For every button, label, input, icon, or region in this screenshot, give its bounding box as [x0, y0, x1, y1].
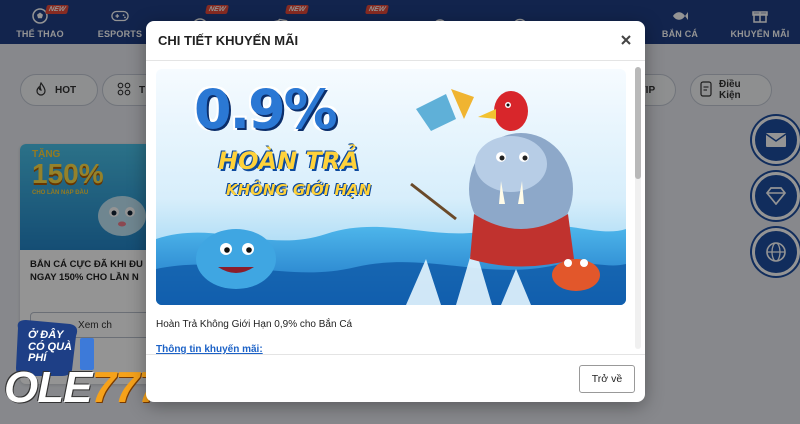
gift-badge-text: Ở ĐÂY CÓ QUÀ PHÍ	[28, 329, 72, 365]
close-icon[interactable]	[617, 31, 635, 49]
gift-badge-line: Ở ĐÂY	[28, 329, 64, 341]
promotion-info-link[interactable]: Thông tin khuyến mãi:	[156, 344, 263, 354]
banner-line1: HOÀN TRẢ	[218, 147, 359, 175]
scrollbar-thumb[interactable]	[635, 67, 641, 179]
promotion-banner: 0.9% HOÀN TRẢ KHÔNG GIỚI HẠN	[156, 69, 626, 305]
modal-body[interactable]: 0.9% HOÀN TRẢ KHÔNG GIỚI HẠN Hoàn Trả Kh…	[146, 61, 645, 354]
promotion-name: Hoàn Trả Không Giới Hạn 0,9% cho Bắn Cá	[156, 319, 353, 330]
promotion-detail-modal: CHI TIẾT KHUYẾN MÃI 0.9% HOÀN TRẢ KHÔNG …	[146, 21, 645, 402]
banner-line2: KHÔNG GIỚI HẠN	[226, 181, 372, 199]
modal-header: CHI TIẾT KHUYẾN MÃI	[146, 21, 645, 61]
logo-part-ole: OLE	[4, 363, 92, 412]
modal-footer: Trở về	[146, 354, 645, 402]
back-button[interactable]: Trở về	[579, 365, 635, 393]
banner-percent: 0.9%	[194, 78, 338, 141]
brand-logo[interactable]: OLE777	[4, 363, 163, 412]
modal-title: CHI TIẾT KHUYẾN MÃI	[158, 33, 299, 48]
modal-scrollbar[interactable]	[635, 67, 641, 349]
